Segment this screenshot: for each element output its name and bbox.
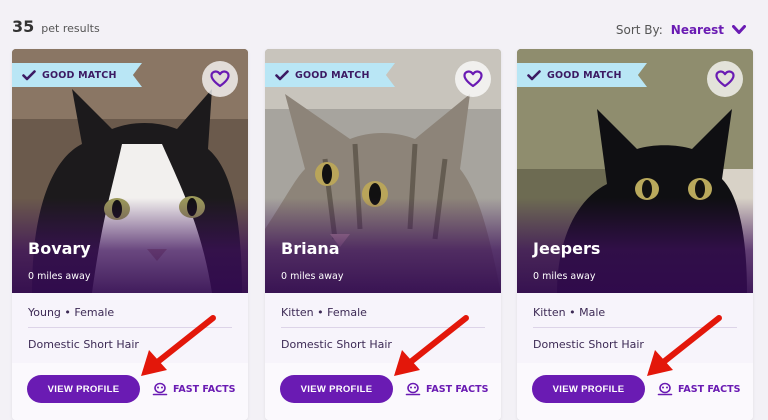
checkmark-icon [527,69,541,80]
fast-facts-icon [657,382,673,396]
sort-control[interactable]: Sort By: Nearest [616,23,746,37]
favorite-button[interactable] [202,61,238,97]
pet-photo[interactable]: GOOD MATCH Bovary 0 miles away [12,49,248,293]
card-actions: VIEW PROFILE FAST FACTS [12,363,248,420]
good-match-label: GOOD MATCH [295,69,370,81]
pet-breed: Domestic Short Hair [533,338,644,351]
sort-value[interactable]: Nearest [671,23,724,37]
fast-facts-link[interactable]: FAST FACTS [152,382,235,396]
pet-age-sex: Kitten • Male [533,306,606,319]
details-divider [28,327,232,328]
fast-facts-link[interactable]: FAST FACTS [405,382,488,396]
view-profile-button[interactable]: VIEW PROFILE [280,375,393,403]
card-actions: VIEW PROFILE FAST FACTS [265,363,501,420]
heart-icon [210,70,230,88]
results-label: pet results [41,22,100,35]
card-actions: VIEW PROFILE FAST FACTS [517,363,753,420]
good-match-label: GOOD MATCH [547,69,622,81]
pet-age-sex: Kitten • Female [281,306,367,319]
pet-details: Kitten • Male Domestic Short Hair [517,293,753,363]
pet-name[interactable]: Bovary [28,239,91,258]
details-divider [533,327,737,328]
fast-facts-icon [152,382,168,396]
fast-facts-label[interactable]: FAST FACTS [678,384,740,395]
pet-name[interactable]: Briana [281,239,340,258]
pet-card[interactable]: GOOD MATCH Briana 0 miles away Kitten • … [265,49,501,420]
results-count: 35 pet results [12,17,100,36]
good-match-label: GOOD MATCH [42,69,117,81]
details-divider [281,327,485,328]
heart-icon [463,70,483,88]
good-match-badge: GOOD MATCH [12,63,142,87]
sort-label: Sort By: [615,23,663,37]
fast-facts-label[interactable]: FAST FACTS [426,384,488,395]
view-profile-button[interactable]: VIEW PROFILE [532,375,645,403]
pet-details: Young • Female Domestic Short Hair [12,293,248,363]
fast-facts-label[interactable]: FAST FACTS [173,384,235,395]
pet-distance: 0 miles away [533,271,596,282]
favorite-button[interactable] [707,61,743,97]
checkmark-icon [22,69,36,80]
pet-details: Kitten • Female Domestic Short Hair [265,293,501,363]
pet-card[interactable]: GOOD MATCH Jeepers 0 miles away Kitten •… [517,49,753,420]
pet-card[interactable]: GOOD MATCH Bovary 0 miles away Young • F… [12,49,248,420]
pet-distance: 0 miles away [28,271,91,282]
fast-facts-icon [405,382,421,396]
heart-icon [715,70,735,88]
pet-distance: 0 miles away [281,271,344,282]
checkmark-icon [275,69,289,80]
pet-photo[interactable]: GOOD MATCH Briana 0 miles away [265,49,501,293]
results-number: 35 [12,17,35,36]
fast-facts-link[interactable]: FAST FACTS [657,382,740,396]
pet-name[interactable]: Jeepers [533,239,600,258]
pet-breed: Domestic Short Hair [28,338,139,351]
chevron-down-icon[interactable] [732,25,746,35]
pet-photo[interactable]: GOOD MATCH Jeepers 0 miles away [517,49,753,293]
view-profile-button[interactable]: VIEW PROFILE [27,375,140,403]
pet-breed: Domestic Short Hair [281,338,392,351]
good-match-badge: GOOD MATCH [517,63,647,87]
favorite-button[interactable] [455,61,491,97]
pet-age-sex: Young • Female [28,306,115,319]
good-match-badge: GOOD MATCH [265,63,395,87]
